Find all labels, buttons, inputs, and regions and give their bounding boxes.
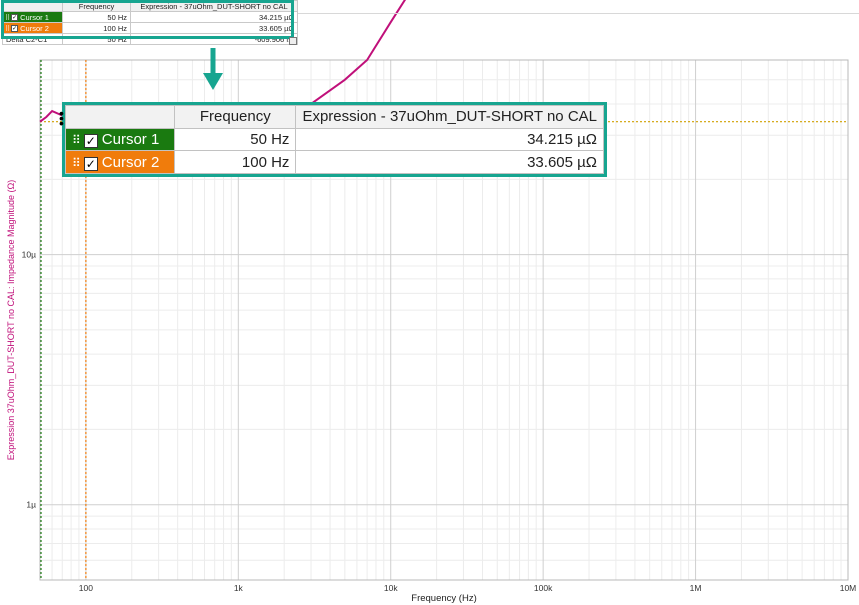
x-tick-label: 100 [79, 583, 93, 593]
x-axis-label: Frequency (Hz) [411, 593, 476, 604]
callout-cursor-2-frequency: 100 Hz [174, 150, 297, 174]
cursor-1-label-cell[interactable]: ⠿ ✓ Cursor 1 [2, 11, 63, 23]
cursor-2-checkbox[interactable]: ✓ [11, 25, 19, 33]
cursor-table-enlarged: Frequency Expression - 37uOhm_DUT-SHORT … [64, 105, 604, 174]
cursor-1-value: 34.215 µΩ [130, 11, 298, 23]
y-tick-label: 10µ [22, 250, 36, 260]
drag-handle-icon[interactable]: ⠿ [72, 133, 81, 147]
delta-value: -609.906 fΩ [130, 33, 298, 45]
callout-cursor-row-1[interactable]: ⠿ ✓ Cursor 1 50 Hz 34.215 µΩ [64, 127, 604, 152]
cursor-2-value: 33.605 µΩ [130, 22, 298, 34]
callout-cursor-2-checkbox[interactable]: ✓ [83, 156, 98, 171]
callout-cursor-1-label: Cursor 1 [101, 130, 160, 148]
callout-header-expression: Expression - 37uOhm_DUT-SHORT no CAL [295, 105, 604, 129]
drag-dots-icon: • • • [59, 105, 64, 131]
callout-header-blank [64, 105, 176, 129]
x-tick-label: 10M [840, 583, 857, 593]
drag-handle-icon[interactable]: ⠿ [5, 15, 10, 22]
callout-cursor-1-value: 34.215 µΩ [295, 127, 604, 152]
cursor-1-checkbox[interactable]: ✓ [11, 14, 19, 22]
callout-arrow [203, 48, 223, 90]
cursor-row-2[interactable]: ⠿ ✓ Cursor 2 100 Hz 33.605 µΩ [2, 22, 298, 34]
header-blank [2, 0, 63, 12]
callout-cursor-1-label-cell[interactable]: ⠿ ✓ Cursor 1 [64, 127, 176, 152]
callout-cursor-2-label: Cursor 2 [101, 153, 160, 171]
callout-cursor-row-2[interactable]: ⠿ ✓ Cursor 2 100 Hz 33.605 µΩ [64, 150, 604, 174]
cursor-1-frequency: 50 Hz [62, 11, 131, 23]
callout-cursor-1-frequency: 50 Hz [174, 127, 297, 152]
header-expression: Expression - 37uOhm_DUT-SHORT no CAL [130, 0, 298, 12]
cursor-row-1[interactable]: ⠿ ✓ Cursor 1 50 Hz 34.215 µΩ [2, 11, 298, 23]
x-axis-tick-labels: 100 1k 10k 100k 1M 10M [79, 583, 856, 593]
cursor-2-label-cell[interactable]: ⠿ ✓ Cursor 2 [2, 22, 63, 34]
cursor-1-label: Cursor 1 [20, 12, 49, 22]
copy-icon[interactable] [289, 37, 297, 45]
x-tick-label: 10k [384, 583, 398, 593]
delta-frequency: 50 Hz [62, 33, 131, 45]
delta-row: Delta C2-C1 50 Hz -609.906 fΩ [2, 33, 298, 45]
y-axis-tick-labels: 1µ10µ100µ1m10m [17, 0, 36, 510]
toolbar-divider [298, 13, 859, 14]
cursor-table-header: Frequency Expression - 37uOhm_DUT-SHORT … [2, 0, 298, 12]
drag-handle-icon[interactable]: ⠿ [5, 26, 10, 33]
callout-cursor-2-value: 33.605 µΩ [295, 150, 604, 174]
x-tick-label: 100k [534, 583, 553, 593]
header-frequency: Frequency [62, 0, 131, 12]
x-tick-label: 1M [690, 583, 702, 593]
callout-cursor-2-label-cell[interactable]: ⠿ ✓ Cursor 2 [64, 150, 176, 174]
x-tick-label: 1k [234, 583, 244, 593]
callout-header-frequency: Frequency [174, 105, 297, 129]
y-axis-label: Expression 37uOhm_DUT-SHORT no CAL: Impe… [6, 180, 16, 461]
delta-label: Delta C2-C1 [2, 33, 63, 45]
cursor-table-callout: • • • Frequency Expression - 37uOhm_DUT-SH… [59, 102, 607, 177]
impedance-plot[interactable]: 1001k10k100k1M10M 1µ10µ100µ1m10m Frequen… [0, 0, 859, 605]
y-tick-label: 1µ [26, 500, 36, 510]
callout-header-row: Frequency Expression - 37uOhm_DUT-SHORT … [64, 105, 604, 129]
cursor-2-label: Cursor 2 [20, 23, 49, 33]
cursor-2-frequency: 100 Hz [62, 22, 131, 34]
drag-handle-icon[interactable]: ⠿ [72, 156, 81, 170]
callout-cursor-1-checkbox[interactable]: ✓ [83, 133, 98, 148]
cursor-table-small: Frequency Expression - 37uOhm_DUT-SHORT … [2, 0, 298, 45]
